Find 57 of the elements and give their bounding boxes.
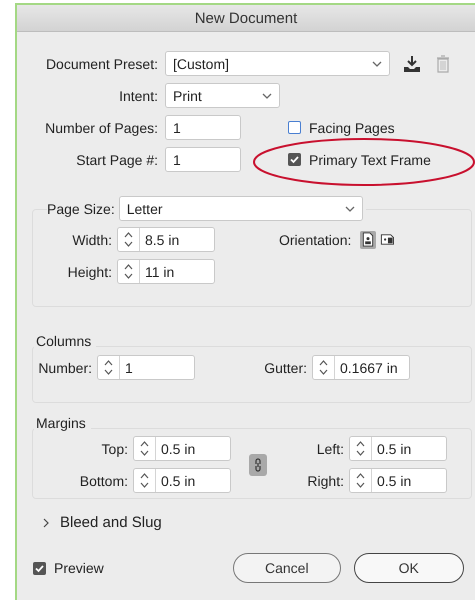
spinner-field[interactable]: 0.5 in (349, 436, 447, 461)
spinner-field[interactable]: 0.5 in (133, 436, 231, 461)
intent-dropdown[interactable]: Print (165, 83, 280, 108)
chain-icon (254, 458, 262, 472)
field-label: Number: (37, 360, 92, 376)
link-button[interactable] (249, 454, 267, 476)
field-label: Orientation: (279, 232, 352, 248)
stepper-icon (124, 232, 133, 247)
disclosure-icon (42, 518, 50, 528)
page-icon (380, 232, 394, 247)
field-label: Gutter: (263, 360, 307, 376)
group-label: Page Size: (47, 200, 115, 216)
input-field[interactable]: 1 (165, 147, 241, 172)
field-label: Document Preset: (44, 56, 158, 72)
field-label: Left: (316, 440, 344, 456)
window-title: New Document (194, 10, 298, 26)
cancel-button[interactable]: Cancel (232, 553, 341, 583)
spinner-field[interactable]: 11 in (117, 259, 215, 284)
field-label: Number of Pages: (44, 120, 158, 136)
chevron-icon (372, 60, 382, 66)
checkbox[interactable] (33, 562, 46, 574)
stepper-icon (104, 360, 113, 375)
field-label: Top: (100, 440, 128, 456)
bleed-and-slug-disclosure[interactable]: Bleed and Slug (42, 514, 475, 531)
spinner-field[interactable]: 0.1667 in (312, 355, 410, 380)
spinner-field[interactable]: 0.5 in (349, 468, 447, 493)
checkbox[interactable] (288, 121, 301, 134)
spinner-field[interactable]: 0.5 in (133, 468, 231, 493)
stepper-icon (356, 473, 365, 488)
field-label: Width: (71, 232, 112, 248)
field-label: Bottom: (78, 472, 128, 488)
field-label: Intent: (118, 88, 158, 104)
page-size-dropdown[interactable]: Letter (118, 196, 363, 221)
stepper-icon (140, 441, 149, 456)
page-icon (361, 232, 376, 247)
stepper-icon (140, 473, 149, 488)
spinner-field[interactable]: 8.5 in (117, 227, 215, 252)
stepper-icon (319, 360, 328, 375)
field-label: Right: (306, 472, 344, 488)
input-field[interactable]: 1 (165, 115, 241, 140)
checkbox-label: Preview (54, 560, 104, 576)
group-label: Columns (35, 333, 92, 349)
checkbox[interactable] (288, 153, 301, 166)
stepper-icon (124, 264, 133, 279)
portrait-button[interactable] (360, 230, 376, 248)
group-label: Margins (35, 415, 87, 431)
field-label: Start Page #: (75, 152, 158, 168)
preset-dropdown[interactable]: [Custom] (165, 51, 390, 76)
stepper-icon (356, 441, 365, 456)
download-icon[interactable] (403, 54, 421, 72)
field-label: Height: (66, 264, 112, 280)
chevron-icon (344, 206, 355, 212)
checkbox-label: Facing Pages (309, 120, 395, 136)
ok-button[interactable]: OK (354, 553, 464, 583)
checkbox-label: Primary Text Frame (309, 152, 431, 168)
chevron-icon (262, 92, 272, 98)
spinner-field[interactable]: 1 (97, 355, 195, 380)
